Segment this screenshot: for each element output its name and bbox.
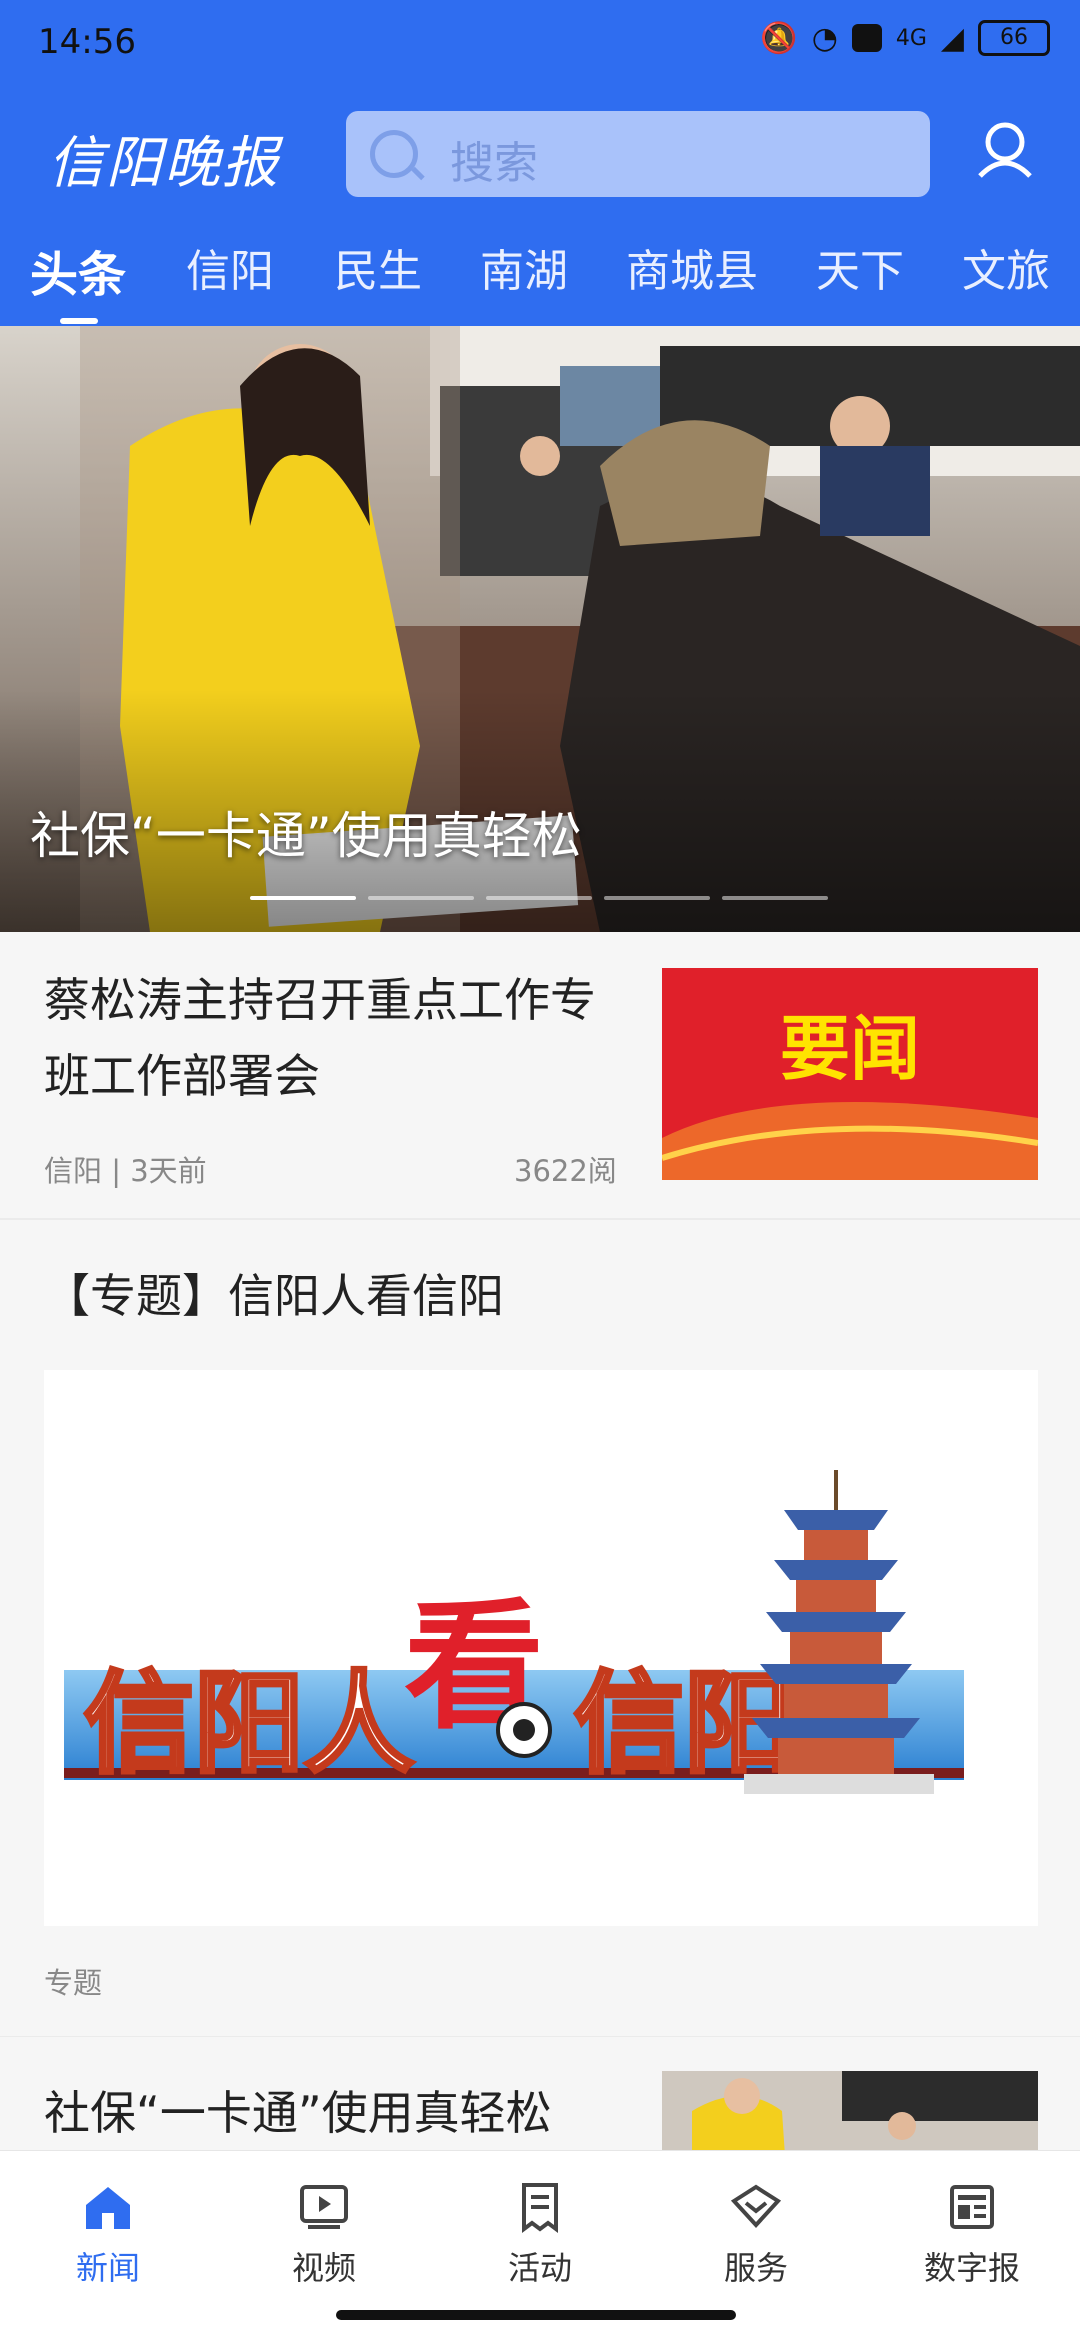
hd-icon	[851, 24, 882, 52]
service-icon	[730, 2184, 782, 2228]
nav-label: 新闻	[75, 2249, 140, 2287]
carousel-dot	[250, 896, 356, 900]
tab-wenlv[interactable]: 文旅	[962, 235, 1050, 299]
search-icon	[370, 130, 418, 178]
nav-label: 数字报	[923, 2249, 1020, 2287]
tab-toutiao[interactable]: 头条	[30, 235, 126, 305]
home-icon	[86, 2187, 130, 2229]
alarm-icon: ◔	[811, 20, 838, 56]
banner-word-1: 信阳人	[84, 1660, 414, 1788]
carousel-indicator	[250, 896, 828, 900]
nav-service[interactable]: 服务	[648, 2151, 864, 2301]
search-placeholder: 搜索	[450, 138, 538, 189]
search-bar[interactable]: 搜索	[346, 111, 930, 197]
news-item[interactable]: 蔡松涛主持召开重点工作专班工作部署会 信阳 | 3天前 3622阅 要闻	[0, 932, 1080, 1220]
news-source-time: 信阳 | 3天前	[44, 1154, 207, 1188]
carousel-dot	[722, 896, 828, 900]
tab-nanhu[interactable]: 南湖	[480, 235, 568, 299]
nav-digital-paper[interactable]: 数字报	[864, 2151, 1080, 2301]
battery-icon: 66	[978, 20, 1050, 56]
tab-minsheng[interactable]: 民生	[334, 235, 422, 299]
network-label: 4G	[895, 25, 927, 51]
thumbnail-label: 要闻	[780, 1008, 920, 1090]
special-banner: 信阳人 看 信阳	[44, 1370, 1038, 1926]
nav-activity[interactable]: 活动	[432, 2151, 648, 2301]
tab-shangcheng[interactable]: 商城县	[626, 235, 758, 299]
tab-tianxia[interactable]: 天下	[816, 235, 904, 299]
special-topic-card[interactable]: 【专题】信阳人看信阳 信阳人 看 信阳 专题	[0, 1220, 1080, 2038]
carousel-dot	[368, 896, 474, 900]
gesture-bar	[336, 2310, 736, 2320]
carousel-dot	[486, 896, 592, 900]
hero-carousel[interactable]: 社保“一卡通”使用真轻松	[0, 326, 1080, 932]
nav-label: 活动	[507, 2249, 572, 2287]
nav-label: 服务	[723, 2249, 788, 2287]
news-thumbnail: 要闻	[662, 968, 1038, 1180]
news-title: 蔡松涛主持召开重点工作专班工作部署会	[44, 973, 596, 1103]
newspaper-icon	[950, 2185, 994, 2229]
activity-icon	[522, 2183, 558, 2233]
news-read-count: 3622阅	[514, 1154, 617, 1188]
news-title: 社保“一卡通”使用真轻松	[44, 2086, 552, 2140]
tab-xinyang[interactable]: 信阳	[186, 235, 274, 299]
user-icon[interactable]	[976, 120, 1034, 178]
active-tab-indicator	[60, 318, 98, 324]
signal-icon: ◢	[940, 20, 964, 56]
nav-news[interactable]: 新闻	[0, 2151, 216, 2301]
banner-caption: 社保“一卡通”使用真轻松	[30, 807, 582, 865]
video-icon	[300, 2185, 348, 2229]
app-logo: 信阳晚报	[48, 131, 280, 196]
special-title: 【专题】信阳人看信阳	[44, 1269, 504, 1323]
mute-icon: 🔕	[760, 20, 798, 56]
nav-label: 视频	[291, 2249, 356, 2287]
app-header: 14:56 🔕 ◔ 4G ◢ 66 信阳晚报 搜索 头条 信阳 民生 南湖 商城…	[0, 0, 1080, 326]
status-icons: 🔕 ◔ 4G ◢ 66	[760, 20, 1050, 56]
special-tag: 专题	[44, 1966, 103, 2000]
nav-video[interactable]: 视频	[216, 2151, 432, 2301]
carousel-dot	[604, 896, 710, 900]
status-time: 14:56	[38, 22, 136, 62]
category-tabs: 头条 信阳 民生 南湖 商城县 天下 文旅	[0, 235, 1080, 325]
